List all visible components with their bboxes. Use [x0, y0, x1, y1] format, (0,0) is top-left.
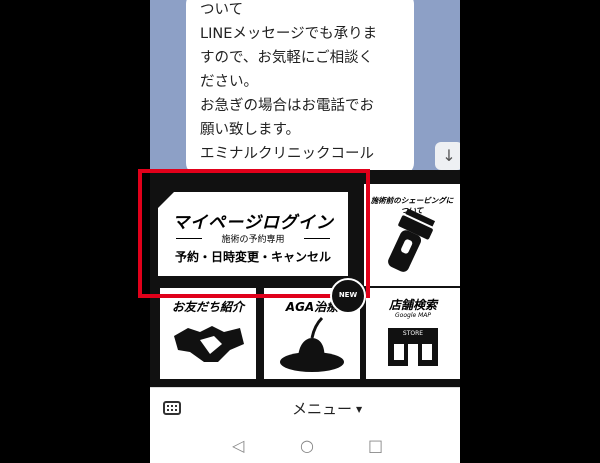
menu-bar: メニュー ▼	[150, 387, 460, 431]
scroll-down-button[interactable]: ↓	[435, 142, 460, 170]
shaver-icon	[388, 208, 436, 272]
caret-down-icon: ▼	[356, 405, 363, 414]
message-line: 願い致します。	[200, 122, 301, 138]
friend-referral-tile[interactable]: お友だち紹介	[160, 288, 256, 379]
highlight-frame	[138, 169, 370, 298]
message-bubble: ついて LINEメッセージでも承りま すので、お気軽にご相談く ださい。 お急ぎ…	[186, 0, 414, 175]
message-line: すので、お気軽にご相談く	[200, 50, 374, 66]
message-line: お急ぎの場合はお電話でお	[200, 98, 374, 114]
store-sign: STORE	[402, 330, 424, 337]
new-badge: NEW	[330, 278, 366, 314]
store-search-tile[interactable]: 店舗検索 Google MAP STORE	[366, 288, 460, 379]
handshake-icon	[174, 326, 244, 362]
message-line: ださい。	[200, 74, 258, 90]
keyboard-icon[interactable]	[163, 401, 181, 415]
system-nav-bar: ◁ ○ □	[150, 430, 460, 463]
menu-toggle[interactable]: メニュー ▼	[292, 398, 362, 419]
arrow-down-icon: ↓	[442, 146, 456, 165]
home-icon[interactable]: ○	[300, 436, 314, 455]
back-icon[interactable]: ◁	[232, 436, 244, 455]
message-line: ついて	[200, 2, 244, 18]
shaving-tile[interactable]: 施術前のシェービングについて	[364, 184, 460, 286]
message-line: エミナルクリニックコール	[200, 146, 374, 162]
message-line: LINEメッセージでも承りま	[200, 26, 378, 42]
recent-apps-icon[interactable]: □	[368, 436, 383, 455]
menu-label: メニュー	[292, 400, 353, 418]
